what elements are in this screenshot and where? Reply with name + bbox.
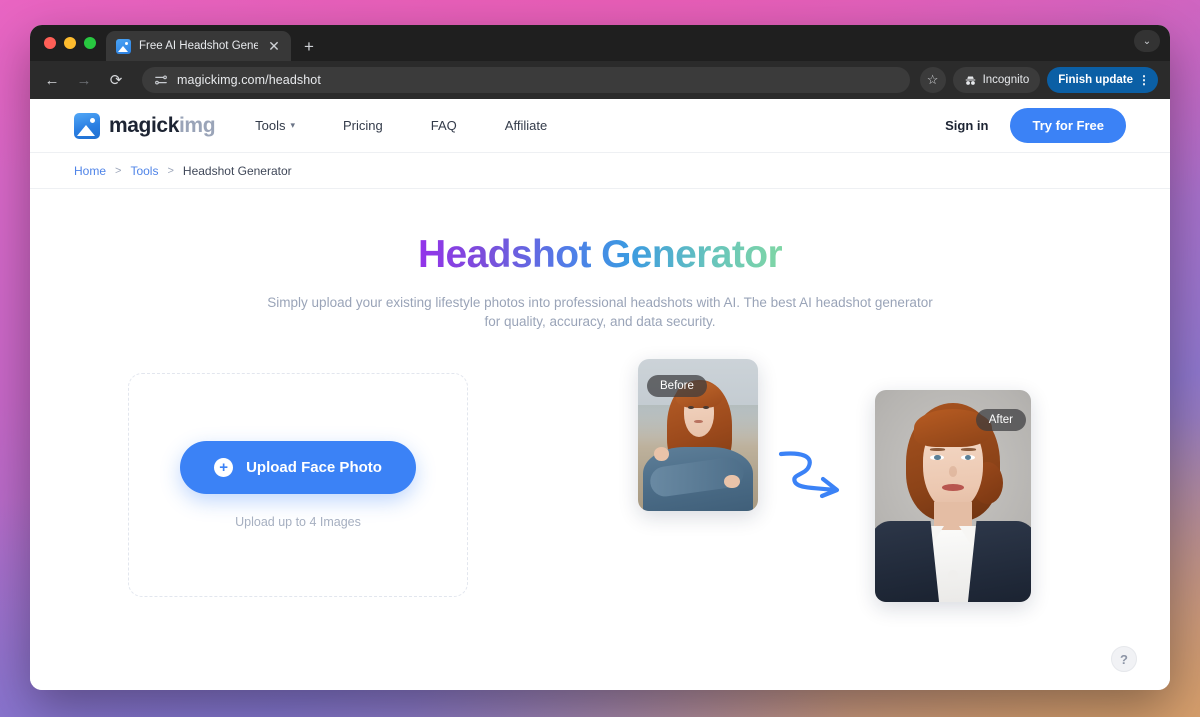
header-actions: Sign in Try for Free	[945, 108, 1126, 143]
close-tab-icon[interactable]: ✕	[266, 39, 282, 53]
browser-tab[interactable]: Free AI Headshot Generator | ✕	[106, 31, 291, 61]
logo-text-secondary: img	[178, 113, 216, 137]
breadcrumb-separator-icon: >	[115, 164, 122, 177]
magickimg-logo-icon	[74, 112, 100, 139]
close-window-button[interactable]	[44, 37, 56, 49]
hero-section: Headshot Generator Simply upload your ex…	[30, 189, 1170, 331]
address-bar-url: magickimg.com/headshot	[177, 73, 321, 87]
before-badge: Before	[647, 375, 707, 397]
reload-button[interactable]: ⟳	[102, 66, 130, 94]
browser-toolbar: ← → ⟳ magickimg.com/headshot ☆ Incognito	[30, 61, 1170, 99]
main-navigation: Tools ▾ Pricing FAQ Affiliate	[255, 118, 547, 133]
new-tab-button[interactable]: +	[295, 31, 323, 61]
incognito-label: Incognito	[982, 74, 1030, 86]
browser-tab-title: Free AI Headshot Generator |	[139, 40, 258, 52]
nav-item-pricing[interactable]: Pricing	[343, 118, 383, 133]
nav-item-affiliate[interactable]: Affiliate	[505, 118, 547, 133]
breadcrumb-home[interactable]: Home	[74, 164, 106, 178]
main-content: + Upload Face Photo Upload up to 4 Image…	[30, 359, 1170, 653]
finish-update-button[interactable]: Finish update ⋮	[1047, 67, 1158, 93]
breadcrumb-current: Headshot Generator	[182, 163, 292, 178]
tune-icon[interactable]	[154, 73, 168, 87]
address-bar[interactable]: magickimg.com/headshot	[142, 67, 910, 93]
breadcrumb-tools[interactable]: Tools	[130, 164, 158, 178]
nav-item-tools[interactable]: Tools ▾	[255, 118, 295, 133]
minimize-window-button[interactable]	[64, 37, 76, 49]
incognito-indicator[interactable]: Incognito	[952, 67, 1041, 93]
forward-button[interactable]: →	[70, 66, 98, 94]
bookmark-star-icon[interactable]: ☆	[919, 67, 946, 93]
nav-item-faq[interactable]: FAQ	[431, 118, 457, 133]
try-for-free-button[interactable]: Try for Free	[1010, 108, 1126, 143]
upload-dropzone[interactable]: + Upload Face Photo Upload up to 4 Image…	[128, 373, 468, 597]
incognito-icon	[965, 75, 975, 85]
page-subtitle: Simply upload your existing lifestyle ph…	[267, 295, 933, 329]
before-photo-card: Before	[638, 359, 758, 511]
site-header: magickimg Tools ▾ Pricing FAQ Affiliate …	[30, 99, 1170, 153]
page-title: Headshot Generator	[417, 233, 783, 276]
breadcrumb-separator-icon: >	[167, 164, 174, 177]
breadcrumb: Home > Tools > Headshot Generator	[30, 153, 1170, 189]
maximize-window-button[interactable]	[84, 37, 96, 49]
logo-wordmark: magickimg	[109, 113, 216, 138]
browser-window: Free AI Headshot Generator | ✕ + ⌄ ← → ⟳…	[30, 25, 1170, 690]
squiggly-arrow-icon	[778, 451, 840, 499]
chevron-down-icon: ▾	[290, 120, 296, 130]
site-logo[interactable]: magickimg	[74, 112, 216, 139]
upload-button-label: Upload Face Photo	[246, 459, 382, 476]
after-photo-card: After	[875, 390, 1031, 602]
upload-face-photo-button[interactable]: + Upload Face Photo	[180, 441, 416, 494]
before-after-comparison: Before After	[560, 359, 1080, 629]
tab-search-chevron-down-icon[interactable]: ⌄	[1134, 30, 1160, 52]
after-badge: After	[975, 409, 1026, 431]
logo-text-primary: magick	[109, 113, 179, 137]
desktop-background: Free AI Headshot Generator | ✕ + ⌄ ← → ⟳…	[0, 0, 1200, 717]
browser-menu-icon[interactable]: ⋮	[1138, 74, 1150, 86]
help-button[interactable]: ?	[1111, 646, 1137, 672]
upload-hint-text: Upload up to 4 Images	[235, 515, 361, 529]
sign-in-link[interactable]: Sign in	[945, 118, 988, 133]
nav-item-tools-label: Tools	[255, 118, 286, 133]
web-page: magickimg Tools ▾ Pricing FAQ Affiliate …	[30, 99, 1170, 690]
toolbar-actions: ☆ Incognito Finish update ⋮	[919, 67, 1158, 93]
finish-update-label: Finish update	[1058, 74, 1133, 86]
magickimg-favicon-icon	[116, 38, 131, 54]
window-traffic-lights	[42, 25, 106, 61]
browser-tab-strip: Free AI Headshot Generator | ✕ + ⌄	[30, 25, 1170, 61]
plus-icon: +	[214, 458, 234, 477]
back-button[interactable]: ←	[38, 66, 66, 94]
